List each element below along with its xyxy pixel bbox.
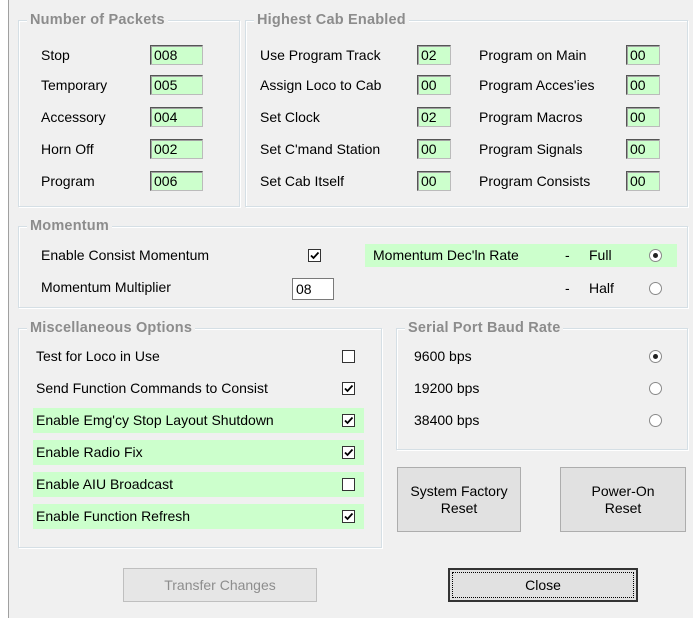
packet-label-1: Temporary <box>41 77 108 93</box>
system-factory-reset-button[interactable]: System Factory Reset <box>397 467 521 532</box>
cab-left-label-4: Set Cab Itself <box>260 173 345 189</box>
packet-value-3[interactable]: 002 <box>150 139 203 159</box>
baud-option-label-1: 19200 bps <box>414 380 480 396</box>
momentum-full-radio[interactable] <box>649 249 662 262</box>
cab-right-value-3[interactable]: 00 <box>626 139 660 159</box>
misc-option-label-5: Enable Function Refresh <box>36 508 191 524</box>
momentum-multiplier-label: Momentum Multiplier <box>41 279 171 295</box>
power-on-reset-button[interactable]: Power-On Reset <box>560 467 686 532</box>
momentum-half-label: Half <box>589 280 614 296</box>
packets-group-title: Number of Packets <box>27 11 168 29</box>
misc-option-label-1: Send Function Commands to Consist <box>36 380 268 396</box>
cab-right-label-4: Program Consists <box>479 173 591 189</box>
packet-value-1[interactable]: 005 <box>150 75 203 95</box>
cab-right-label-2: Program Macros <box>479 109 583 125</box>
packet-label-4: Program <box>41 173 95 189</box>
settings-dialog: Number of Packets Highest Cab Enabled Mo… <box>8 0 693 618</box>
misc-option-label-4: Enable AIU Broadcast <box>36 476 173 492</box>
cab-right-label-1: Program Acces'ies <box>479 77 595 93</box>
misc-option-label-2: Enable Emg'cy Stop Layout Shutdown <box>36 412 274 428</box>
cab-right-label-0: Program on Main <box>479 47 587 63</box>
misc-option-checkbox-2[interactable] <box>342 414 355 427</box>
misc-option-checkbox-1[interactable] <box>342 382 355 395</box>
momentum-full-label: Full <box>589 247 612 263</box>
momentum-half-radio[interactable] <box>649 282 662 295</box>
close-button[interactable]: Close <box>448 568 638 602</box>
momentum-group-title: Momentum <box>27 217 112 235</box>
baud-option-label-2: 38400 bps <box>414 412 480 428</box>
packet-label-3: Horn Off <box>41 141 94 157</box>
momentum-rate-label: Momentum Dec'ln Rate <box>373 247 519 263</box>
packet-label-0: Stop <box>41 47 70 63</box>
cab-group-title: Highest Cab Enabled <box>254 11 409 29</box>
focus-ring <box>452 572 634 598</box>
cab-left-label-2: Set Clock <box>260 109 320 125</box>
cab-right-value-0[interactable]: 00 <box>626 45 660 65</box>
baud-group-title: Serial Port Baud Rate <box>405 319 564 337</box>
misc-option-label-0: Test for Loco in Use <box>36 348 160 364</box>
misc-option-checkbox-5[interactable] <box>342 510 355 523</box>
packet-value-2[interactable]: 004 <box>150 107 203 127</box>
packet-value-0[interactable]: 008 <box>150 45 203 65</box>
momentum-rate-dash-full: - <box>565 247 570 263</box>
misc-option-checkbox-3[interactable] <box>342 446 355 459</box>
packet-value-4[interactable]: 006 <box>150 171 203 191</box>
baud-option-radio-0[interactable] <box>649 350 662 363</box>
enable-consist-momentum-label: Enable Consist Momentum <box>41 247 210 263</box>
baud-option-radio-2[interactable] <box>649 414 662 427</box>
cab-left-value-2[interactable]: 02 <box>417 107 451 127</box>
cab-right-value-4[interactable]: 00 <box>626 171 660 191</box>
enable-consist-momentum-checkbox[interactable] <box>308 249 321 262</box>
baud-option-label-0: 9600 bps <box>414 348 472 364</box>
misc-option-checkbox-4[interactable] <box>342 478 355 491</box>
baud-option-radio-1[interactable] <box>649 382 662 395</box>
misc-option-label-3: Enable Radio Fix <box>36 444 143 460</box>
misc-group-title: Miscellaneous Options <box>27 319 196 337</box>
cab-left-label-3: Set C'mand Station <box>260 141 381 157</box>
cab-left-value-0[interactable]: 02 <box>417 45 451 65</box>
cab-right-value-2[interactable]: 00 <box>626 107 660 127</box>
cab-left-value-3[interactable]: 00 <box>417 139 451 159</box>
cab-left-label-0: Use Program Track <box>260 47 381 63</box>
momentum-rate-dash-half: - <box>565 280 570 296</box>
packet-label-2: Accessory <box>41 109 106 125</box>
misc-option-checkbox-0[interactable] <box>342 350 355 363</box>
transfer-changes-button[interactable]: Transfer Changes <box>123 568 317 602</box>
cab-left-value-4[interactable]: 00 <box>417 171 451 191</box>
cab-right-value-1[interactable]: 00 <box>626 75 660 95</box>
cab-left-label-1: Assign Loco to Cab <box>260 77 382 93</box>
cab-left-value-1[interactable]: 00 <box>417 75 451 95</box>
cab-right-label-3: Program Signals <box>479 141 583 157</box>
momentum-multiplier-input[interactable]: 08 <box>292 278 334 300</box>
